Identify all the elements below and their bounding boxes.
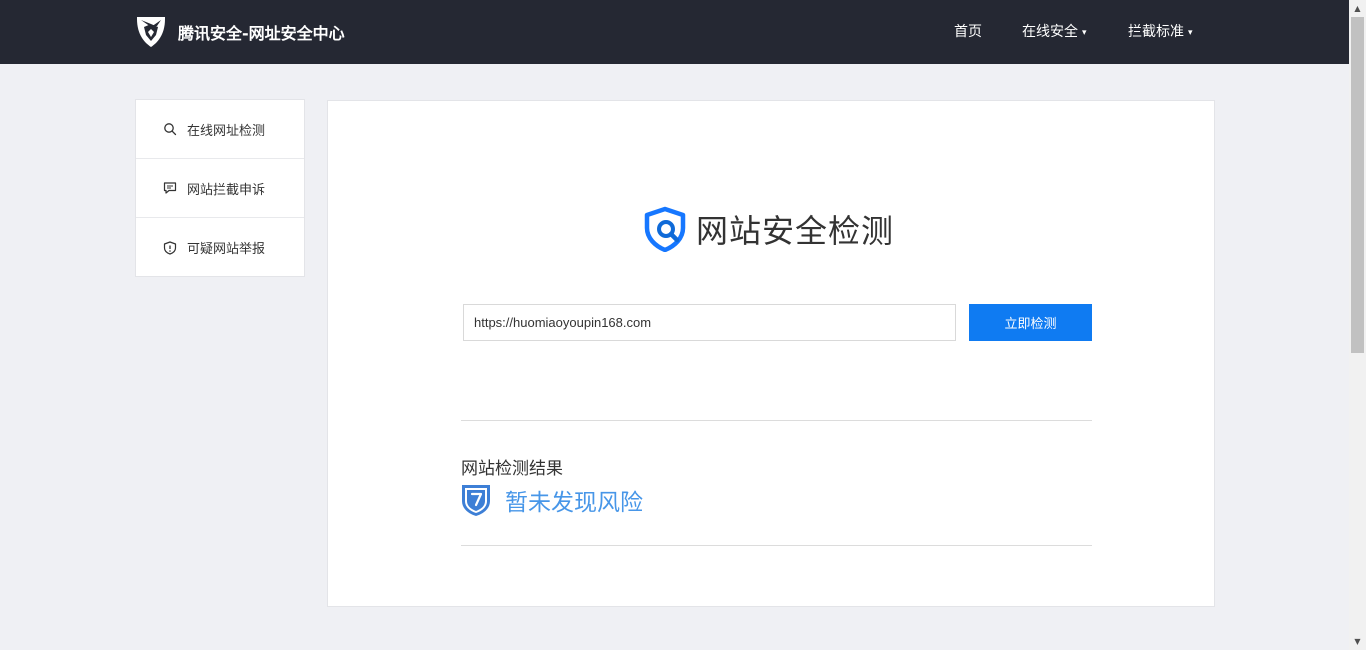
nav-item-online-security[interactable]: 在线安全 ▾ — [1022, 22, 1087, 43]
divider — [461, 545, 1092, 546]
result-status: 暂未发现风险 — [461, 483, 643, 517]
sidebar-item-report-suspicious[interactable]: 可疑网站举报 — [136, 218, 304, 277]
brand-title: 腾讯安全-网址安全中心 — [178, 24, 345, 43]
result-title: 网站检测结果 — [461, 459, 563, 479]
nav-item-label: 拦截标准 — [1128, 24, 1184, 40]
shield-alert-icon — [163, 240, 177, 255]
page-title-text: 网站安全检测 — [696, 212, 895, 250]
shield-check-icon — [462, 485, 490, 516]
nav-item-home[interactable]: 首页 — [954, 22, 982, 42]
chevron-down-icon: ▾ — [1188, 28, 1193, 38]
chat-icon — [163, 182, 177, 194]
brand[interactable]: 腾讯安全-网址安全中心 — [135, 15, 345, 49]
sidebar-item-label: 网站拦截申诉 — [187, 182, 266, 198]
shield-search-icon — [644, 206, 686, 252]
search-icon — [164, 123, 177, 136]
page-scrollbar[interactable]: ▲ ▼ — [1349, 0, 1366, 650]
scroll-thumb[interactable] — [1351, 17, 1364, 353]
result-status-text: 暂未发现风险 — [505, 490, 643, 516]
nav-item-label: 首页 — [954, 24, 982, 40]
sidebar: 在线网址检测 网站拦截申诉 可疑网站举报 — [135, 99, 305, 277]
scroll-up-arrow-icon[interactable]: ▲ — [1349, 0, 1366, 17]
sidebar-item-block-appeal[interactable]: 网站拦截申诉 — [136, 159, 304, 218]
url-input[interactable] — [463, 304, 956, 341]
top-navbar: 腾讯安全-网址安全中心 首页 在线安全 ▾ 拦截标准 ▾ — [0, 0, 1349, 64]
chevron-down-icon: ▾ — [1082, 28, 1087, 38]
divider — [461, 420, 1092, 421]
nav-item-block-standards[interactable]: 拦截标准 ▾ — [1128, 22, 1193, 43]
nav-item-label: 在线安全 — [1022, 24, 1078, 40]
check-now-button[interactable]: 立即检测 — [969, 304, 1092, 341]
sidebar-item-url-check[interactable]: 在线网址检测 — [136, 100, 304, 159]
scroll-down-arrow-icon[interactable]: ▼ — [1349, 633, 1366, 650]
sidebar-item-label: 可疑网站举报 — [187, 242, 266, 257]
page-title: 网站安全检测 — [642, 206, 894, 252]
tencent-security-logo-icon — [137, 17, 165, 47]
sidebar-item-label: 在线网址检测 — [187, 123, 266, 139]
check-panel: 网站安全检测 立即检测 网站检测结果 暂未发现风险 — [327, 100, 1215, 607]
